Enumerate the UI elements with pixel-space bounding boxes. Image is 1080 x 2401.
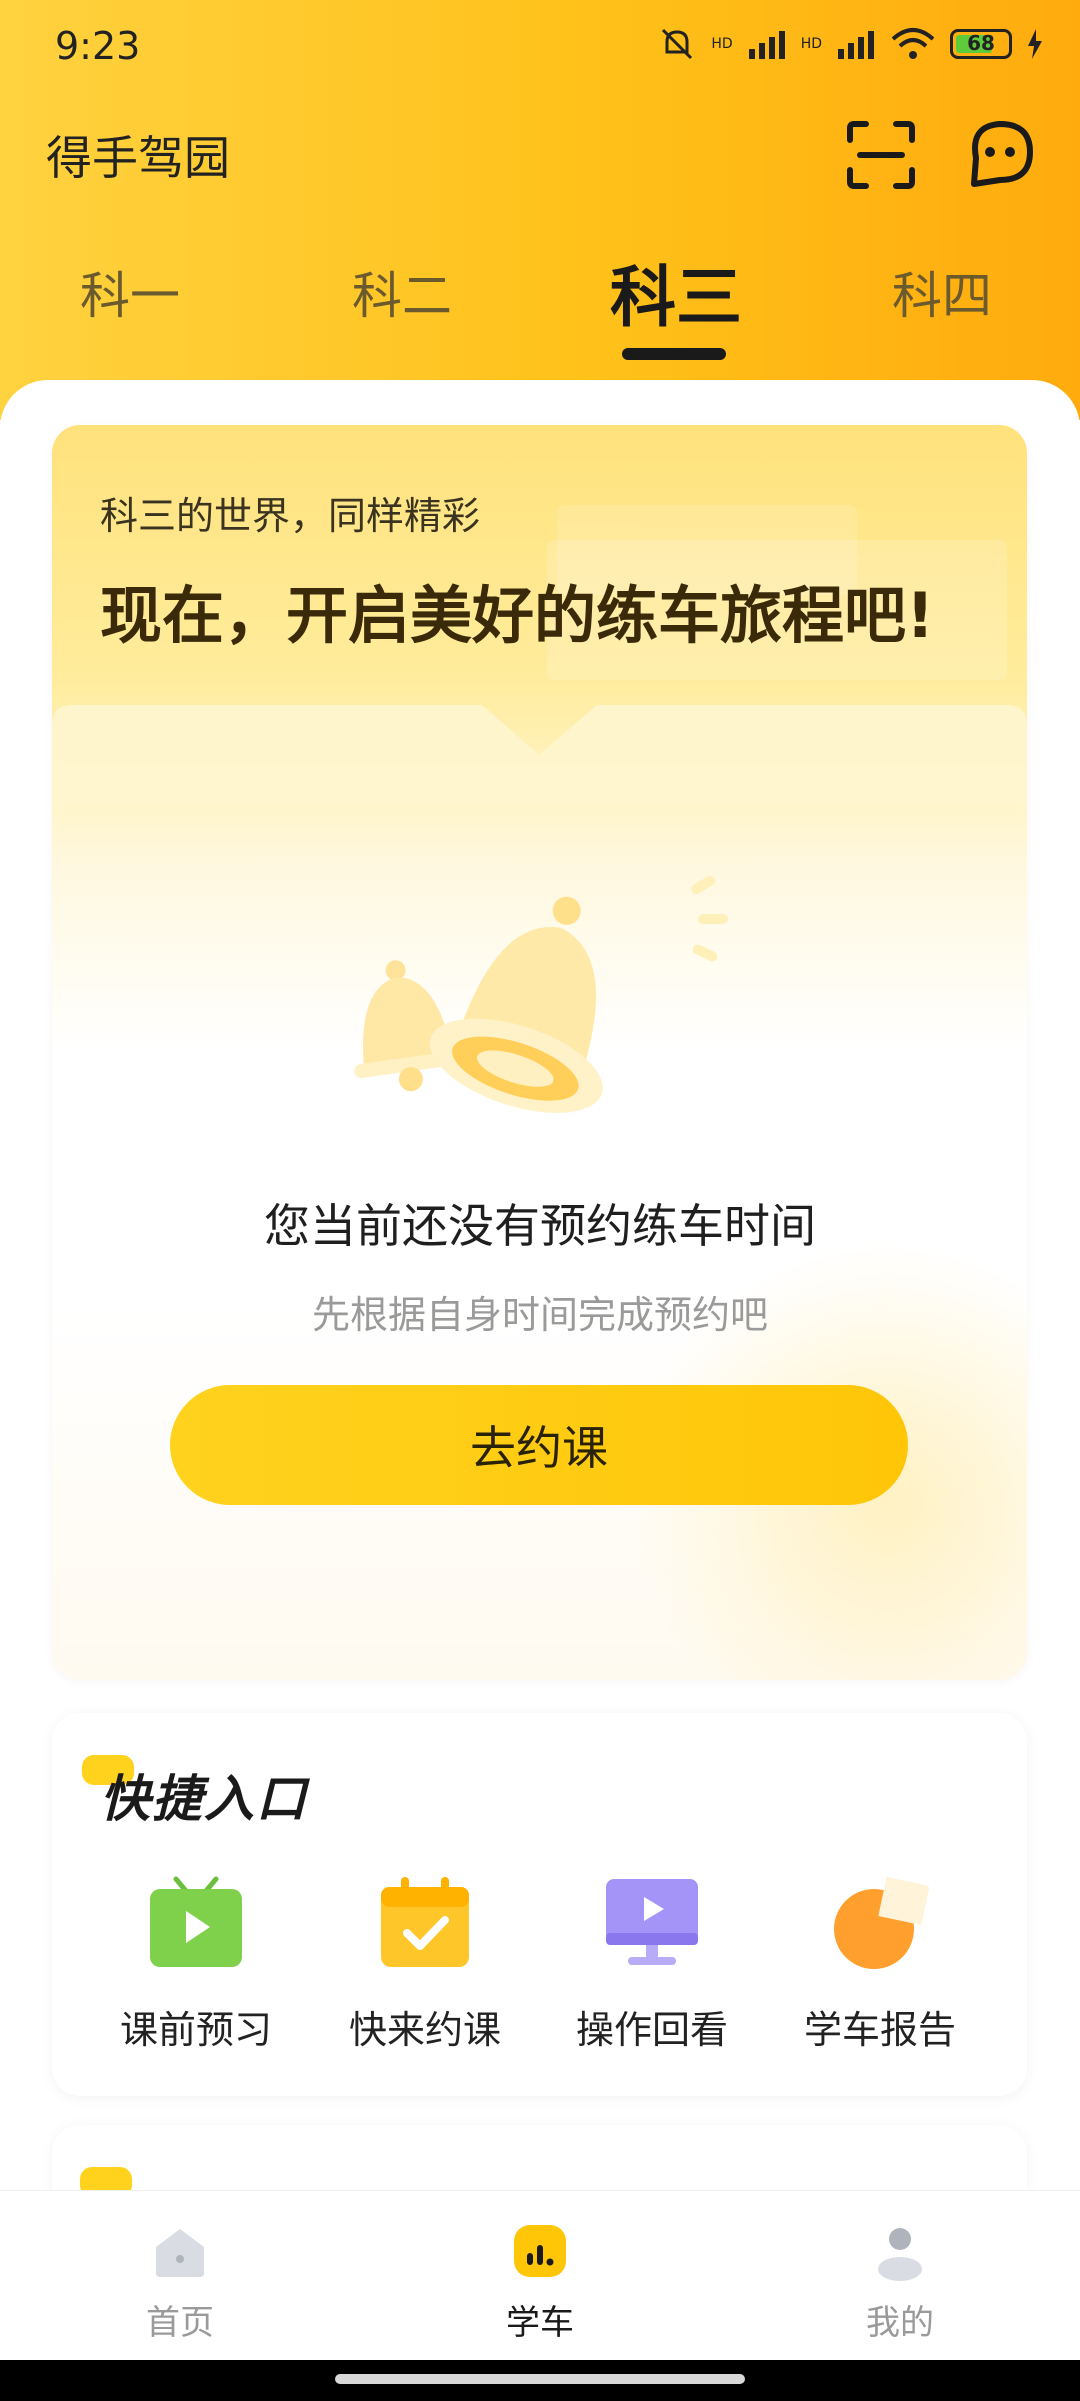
nav-home[interactable]: 首页 xyxy=(80,2221,280,2344)
tv-play-icon xyxy=(150,1876,242,1967)
quick-item-preview[interactable]: 课前预习 xyxy=(86,1873,306,2054)
quick-entry-card: 快捷入口 课前预习 快来约课 操作回看 学车报告 xyxy=(52,1713,1027,2096)
tab-subject-1[interactable]: 科一 xyxy=(80,256,180,328)
scan-icon[interactable] xyxy=(846,120,916,190)
tab-subject-3[interactable]: 科三 xyxy=(610,244,742,340)
home-indicator[interactable] xyxy=(335,2374,745,2384)
active-tab-indicator xyxy=(622,348,726,360)
tab-subject-2[interactable]: 科二 xyxy=(352,256,452,328)
quick-item-label: 操作回看 xyxy=(575,2008,728,2052)
status-bar: 9:23 HD HD 68 xyxy=(0,0,1080,100)
status-time: 9:23 xyxy=(55,24,141,68)
signal-bars-icon xyxy=(748,31,785,59)
quick-item-label: 学车报告 xyxy=(803,2008,956,2052)
nav-learn-label: 学车 xyxy=(506,2303,574,2343)
report-pie-icon xyxy=(834,1876,929,1969)
calendar-check-icon xyxy=(381,1877,469,1967)
profile-icon xyxy=(878,2228,922,2281)
quick-item-label: 课前预习 xyxy=(119,2008,272,2052)
bottom-navigation: 首页 学车 我的 xyxy=(0,2190,1080,2361)
card-notch-shape xyxy=(52,705,1027,805)
tab-subject-4[interactable]: 科四 xyxy=(892,256,992,328)
quick-item-label: 快来约课 xyxy=(348,2008,501,2052)
learn-chart-icon xyxy=(514,2225,566,2277)
empty-state-title: 您当前还没有预约练车时间 xyxy=(264,1199,816,1253)
quick-item-replay[interactable]: 操作回看 xyxy=(542,1873,762,2054)
bell-illustration-icon xyxy=(354,875,728,1113)
quick-entry-title: 快捷入口 xyxy=(100,1770,308,1828)
wifi-icon xyxy=(891,28,935,59)
nav-learn[interactable]: 学车 xyxy=(440,2221,640,2344)
home-icon xyxy=(156,2229,204,2277)
app-title: 得手驾园 xyxy=(46,131,230,185)
empty-state-subtitle: 先根据自身时间完成预约吧 xyxy=(311,1293,768,1337)
charging-icon xyxy=(1028,29,1042,59)
signal-hd-label-1: HD xyxy=(711,36,733,52)
status-icons: HD HD 68 xyxy=(657,24,1044,64)
monitor-play-icon xyxy=(606,1879,698,1965)
signal-bars-icon-2 xyxy=(838,31,874,59)
subject-tabs: 科一 科二 科三 科四 xyxy=(0,240,1080,360)
nav-mine-label: 我的 xyxy=(866,2303,934,2343)
battery-level: 68 xyxy=(967,31,995,55)
nav-home-label: 首页 xyxy=(146,2303,214,2343)
book-lesson-button[interactable]: 去约课 xyxy=(170,1385,908,1505)
nav-mine[interactable]: 我的 xyxy=(800,2221,1000,2344)
hero-subtitle: 科三的世界，同样精彩 xyxy=(100,494,481,538)
mute-icon xyxy=(662,28,693,60)
hero-headline: 现在，开启美好的练车旅程吧! xyxy=(100,579,935,652)
quick-item-report[interactable]: 学车报告 xyxy=(770,1873,990,2054)
battery-indicator: 68 xyxy=(950,29,1012,59)
quick-item-book[interactable]: 快来约课 xyxy=(315,1873,535,2054)
message-icon[interactable] xyxy=(964,118,1036,190)
signal-hd-label-2: HD xyxy=(800,36,822,52)
